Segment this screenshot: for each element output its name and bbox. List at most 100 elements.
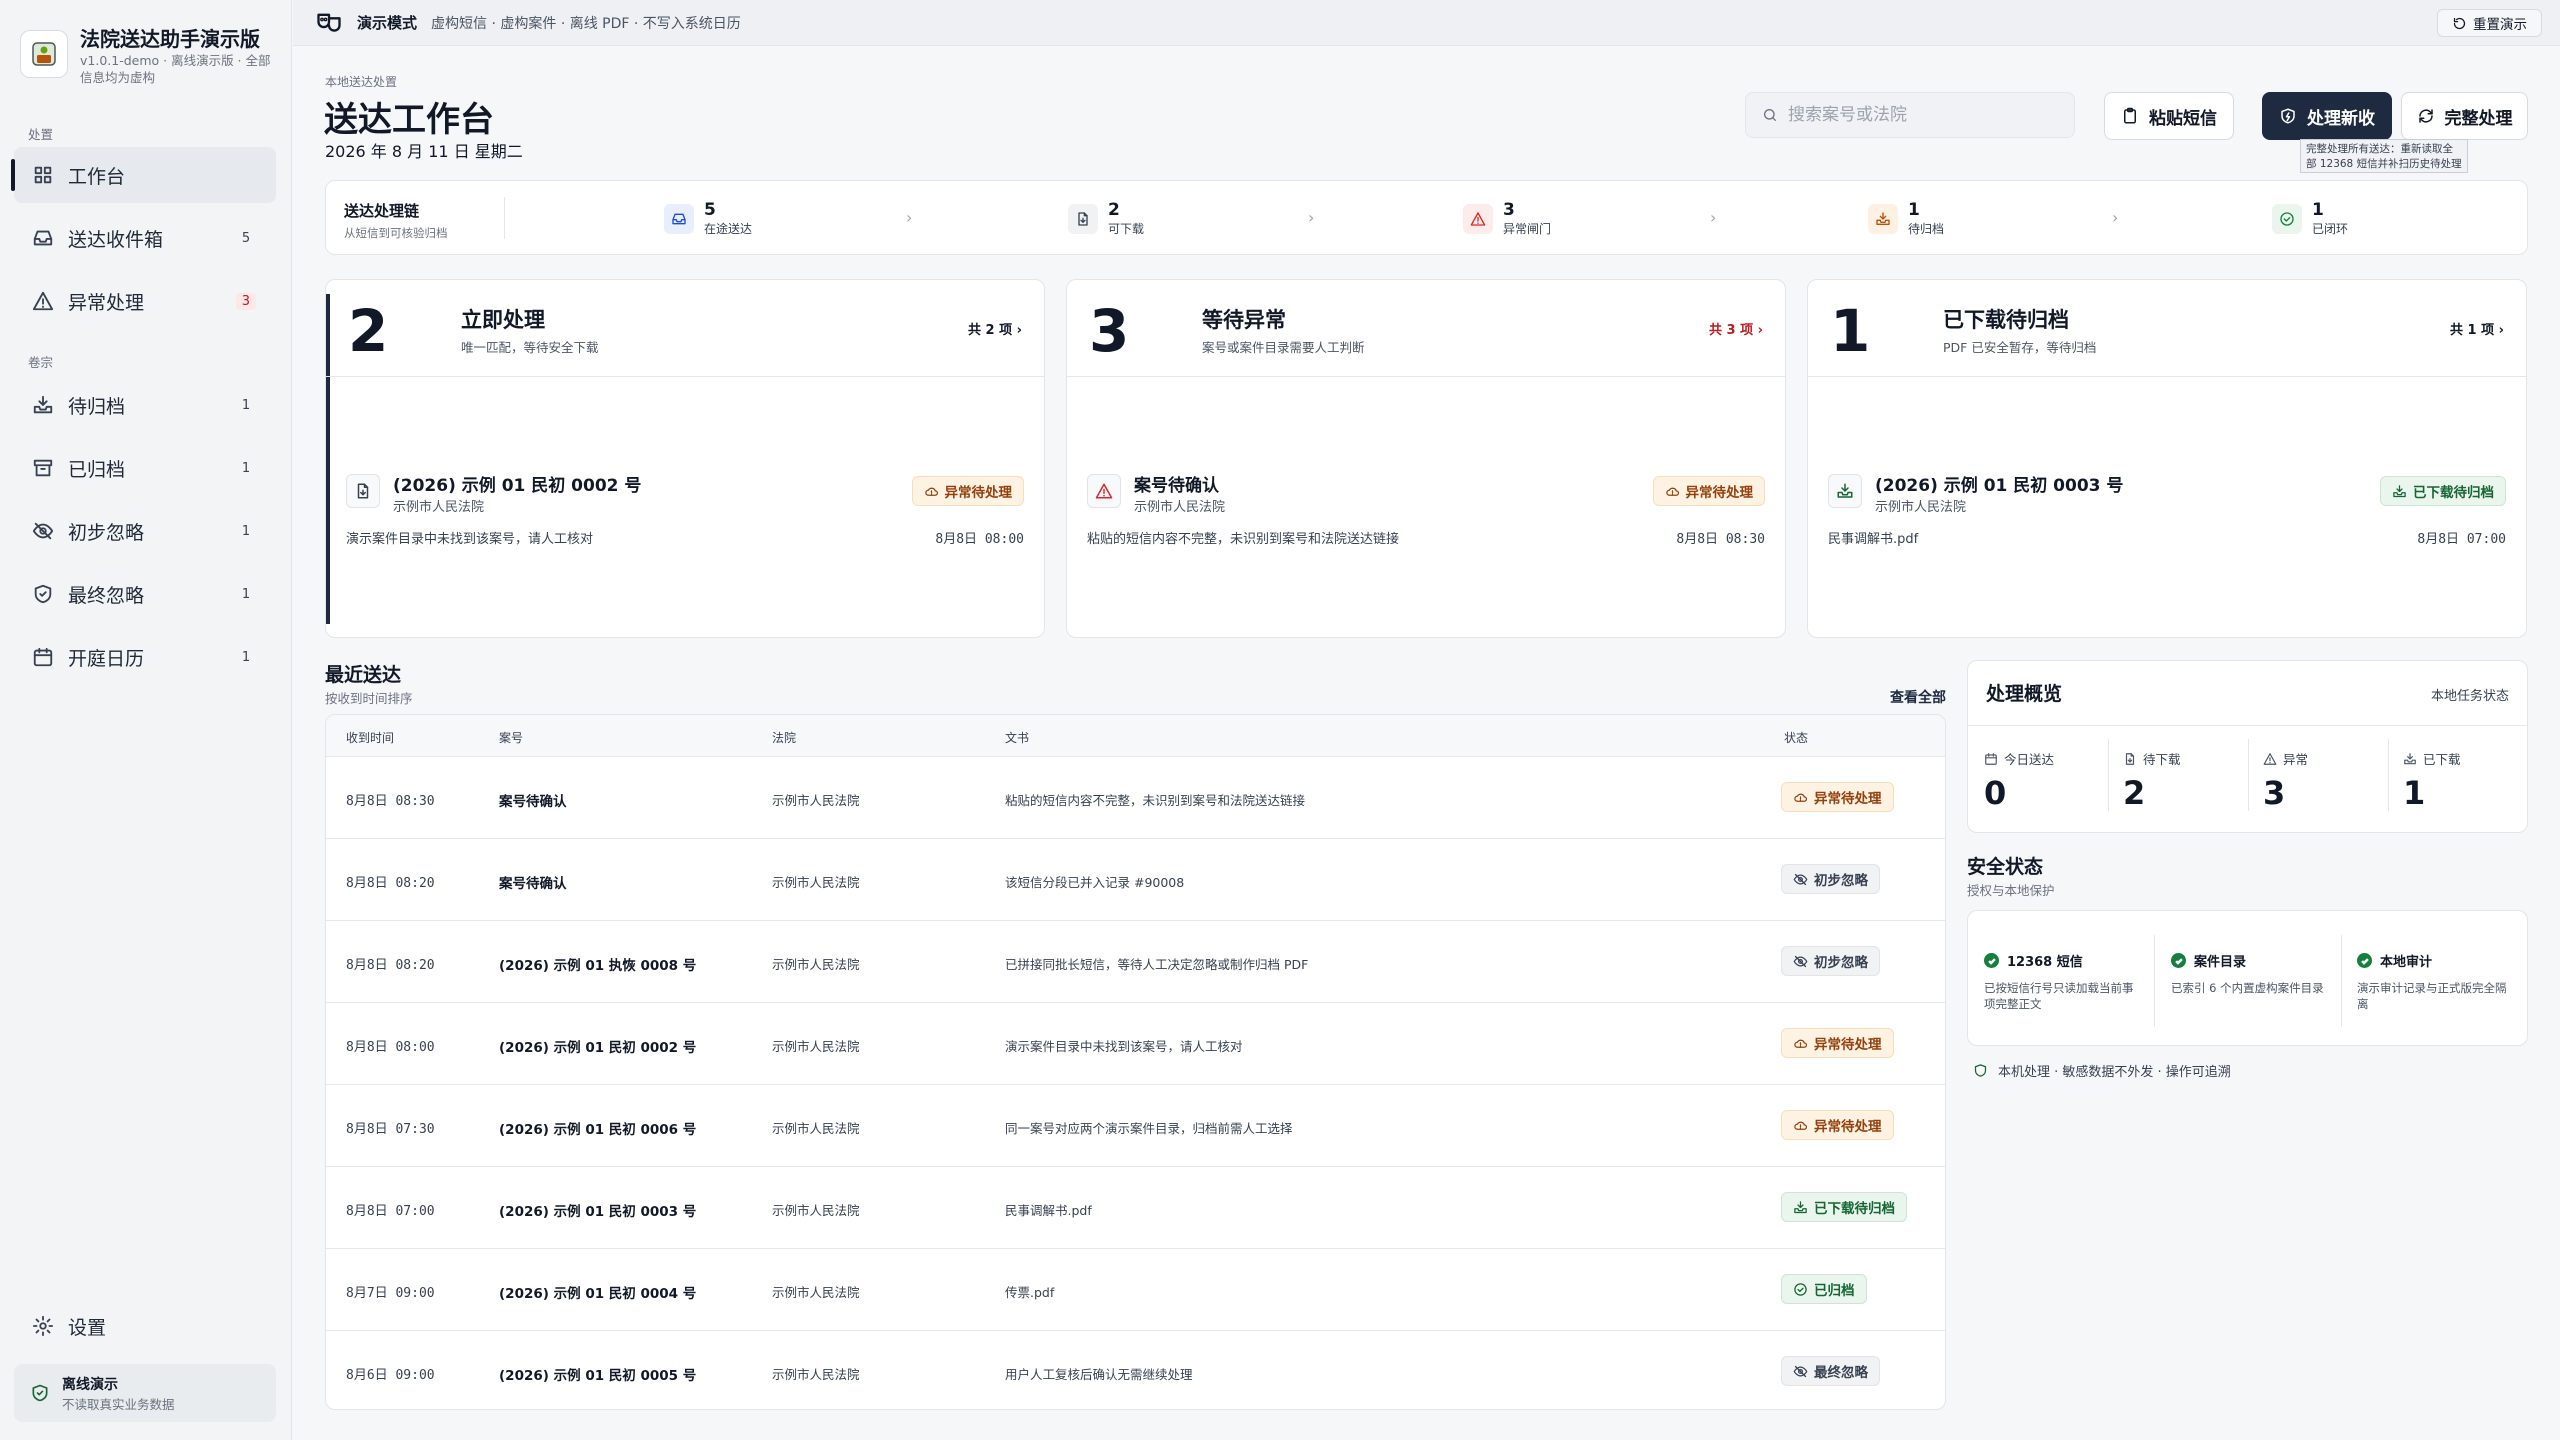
cloud-alert-icon — [924, 484, 939, 499]
full-process-button[interactable]: 完整处理 — [2401, 92, 2528, 140]
card-view-all-link[interactable]: 共 3 项 › — [1709, 319, 1763, 338]
card-title: 立即处理 — [461, 308, 545, 332]
table-row[interactable]: 8月7日 09:00 (2026) 示例 01 民初 0004 号 示例市人民法… — [326, 1249, 1945, 1331]
sidebar-item-label: 异常处理 — [68, 291, 145, 314]
chevron-right-icon: › — [1308, 208, 1315, 227]
card-count: 1 — [1830, 297, 1871, 365]
cell-court: 示例市人民法院 — [772, 1203, 860, 1218]
shield-icon — [32, 583, 54, 605]
sidebar-item-label: 送达收件箱 — [68, 228, 164, 251]
table-row[interactable]: 8月8日 08:30 案号待确认 示例市人民法院 粘贴的短信内容不完整，未识别到… — [326, 757, 1945, 839]
cell-time: 8月7日 09:00 — [346, 1286, 435, 1301]
card-item-case[interactable]: (2026) 示例 01 民初 0002 号 — [393, 471, 641, 496]
security-item-title: 本地审计 — [2380, 955, 2433, 970]
sidebar-item-label: 开庭日历 — [68, 647, 145, 670]
cell-time: 8月6日 09:00 — [346, 1368, 435, 1383]
nav-section-process: 处置 — [28, 127, 54, 142]
inbox-icon — [32, 227, 54, 249]
full-process-tooltip: 完整处理所有送达：重新读取全部 12368 短信并补扫历史待处理事项 — [2300, 139, 2468, 173]
divider — [2388, 739, 2389, 811]
stat-label: 已下载 — [2423, 752, 2461, 767]
cell-case: (2026) 示例 01 执恢 0008 号 — [499, 958, 697, 974]
chain-step-in-transit[interactable]: 5 在途送达 — [664, 200, 752, 237]
eye-off-icon — [1793, 1364, 1808, 1379]
table-row[interactable]: 8月8日 07:00 (2026) 示例 01 民初 0003 号 示例市人民法… — [326, 1167, 1945, 1249]
cloud-alert-icon — [1665, 484, 1680, 499]
card-item-case[interactable]: (2026) 示例 01 民初 0003 号 — [1875, 471, 2123, 496]
card-item-case[interactable]: 案号待确认 — [1134, 471, 1219, 496]
sidebar-item-pending-archive[interactable]: 待归档 1 — [14, 377, 276, 433]
divider — [2108, 739, 2109, 811]
card-waiting-exception[interactable]: 3 等待异常 案号或案件目录需要人工判断 共 3 项 › 案号待确认 示例市人民… — [1066, 279, 1786, 638]
chain-step-downloadable[interactable]: 2 可下载 — [1068, 200, 1144, 237]
cloud-alert-icon — [1793, 1118, 1808, 1133]
step-count: 3 — [1503, 200, 1515, 220]
step-label: 异常闸门 — [1503, 222, 1552, 236]
page-title: 送达工作台 — [324, 100, 494, 140]
cell-court: 示例市人民法院 — [772, 793, 860, 808]
table-row[interactable]: 8月8日 07:30 (2026) 示例 01 民初 0006 号 示例市人民法… — [326, 1085, 1945, 1167]
divider — [2248, 739, 2249, 811]
sidebar-item-court-calendar[interactable]: 开庭日历 1 — [14, 629, 276, 685]
search-icon — [1762, 107, 1778, 123]
cell-court: 示例市人民法院 — [772, 1039, 860, 1054]
sidebar-item-label: 初步忽略 — [68, 521, 145, 544]
app-subtitle: v1.0.1-demo · 离线演示版 · 全部信息均为虚构 — [80, 53, 271, 85]
sidebar-item-exceptions[interactable]: 异常处理 3 — [14, 273, 276, 329]
chain-step-exception-gate[interactable]: 3 异常闸门 — [1463, 200, 1551, 237]
recent-subtitle: 按收到时间排序 — [325, 691, 413, 706]
stat-label: 异常 — [2283, 752, 2309, 767]
table-row[interactable]: 8月8日 08:20 案号待确认 示例市人民法院 该短信分段已并入记录 #900… — [326, 839, 1945, 921]
security-subtitle: 授权与本地保护 — [1967, 883, 2055, 898]
table-row[interactable]: 8月8日 08:20 (2026) 示例 01 执恢 0008 号 示例市人民法… — [326, 921, 1945, 1003]
search-box[interactable] — [1745, 92, 2075, 138]
nav-section-archive: 卷宗 — [28, 355, 54, 370]
sidebar-item-final-ignore[interactable]: 最终忽略 1 — [14, 566, 276, 622]
sidebar-item-settings[interactable]: 设置 — [14, 1298, 276, 1354]
document-icon — [2123, 752, 2137, 766]
sidebar-item-archived[interactable]: 已归档 1 — [14, 440, 276, 496]
card-view-all-link[interactable]: 共 2 项 › — [968, 319, 1022, 338]
table-row[interactable]: 8月6日 09:00 (2026) 示例 01 民初 0005 号 示例市人民法… — [326, 1331, 1945, 1409]
cell-case: (2026) 示例 01 民初 0005 号 — [499, 1368, 697, 1384]
sidebar-item-inbox[interactable]: 送达收件箱 5 — [14, 210, 276, 266]
stat-value: 2 — [2123, 774, 2146, 812]
security-item-desc: 已按短信行号只读加载当前事项完整正文 — [1984, 981, 2134, 1011]
page-eyebrow: 本地送达处置 — [325, 75, 398, 89]
gear-icon — [32, 1315, 54, 1337]
cell-time: 8月8日 08:00 — [346, 1040, 435, 1055]
table-row[interactable]: 8月8日 08:00 (2026) 示例 01 民初 0002 号 示例市人民法… — [326, 1003, 1945, 1085]
chain-subtitle: 从短信到可核验归档 — [344, 226, 448, 240]
chain-step-pending-archive[interactable]: 1 待归档 — [1868, 200, 1944, 237]
status-badge: 已下载待归档 — [1781, 1192, 1907, 1222]
nav-badge: 1 — [241, 397, 251, 413]
page-date: 2026 年 8 月 11 日 星期二 — [325, 142, 523, 161]
eye-off-icon — [1793, 954, 1808, 969]
recent-title: 最近送达 — [325, 664, 402, 686]
sidebar-item-workbench[interactable]: 工作台 — [11, 147, 276, 203]
chain-step-closed[interactable]: 1 已闭环 — [2272, 200, 2348, 237]
search-input[interactable] — [1788, 105, 2048, 125]
card-item-desc: 民事调解书.pdf — [1828, 532, 1919, 547]
card-immediate[interactable]: 2 立即处理 唯一匹配，等待安全下载 共 2 项 › (2026) 示例 01 … — [325, 279, 1045, 638]
card-subtitle: 案号或案件目录需要人工判断 — [1202, 340, 1365, 355]
column-header: 状态 — [1784, 731, 1809, 745]
sidebar-item-initial-ignore[interactable]: 初步忽略 1 — [14, 503, 276, 559]
tray-icon — [2392, 484, 2407, 499]
process-new-button[interactable]: 处理新收 — [2262, 92, 2392, 140]
chevron-right-icon: › — [1710, 208, 1717, 227]
card-subtitle: PDF 已安全暂存，等待归档 — [1943, 340, 2097, 355]
card-item-time: 8月8日 08:00 — [935, 532, 1024, 547]
cell-document: 传票.pdf — [1005, 1285, 1055, 1300]
view-all-link[interactable]: 查看全部 — [1890, 687, 1946, 707]
stat-label: 今日送达 — [2004, 752, 2055, 767]
tray-icon — [1793, 1200, 1808, 1215]
sidebar-item-label: 工作台 — [68, 165, 126, 188]
column-header: 收到时间 — [346, 731, 395, 745]
cell-case: (2026) 示例 01 民初 0002 号 — [499, 1040, 697, 1056]
reset-demo-button[interactable]: 重置演示 — [2437, 9, 2542, 37]
card-subtitle: 唯一匹配，等待安全下载 — [461, 340, 599, 355]
card-downloaded-pending[interactable]: 1 已下载待归档 PDF 已安全暂存，等待归档 共 1 项 › (2026) 示… — [1807, 279, 2527, 638]
card-view-all-link[interactable]: 共 1 项 › — [2450, 319, 2504, 338]
paste-sms-button[interactable]: 粘贴短信 — [2104, 92, 2234, 140]
